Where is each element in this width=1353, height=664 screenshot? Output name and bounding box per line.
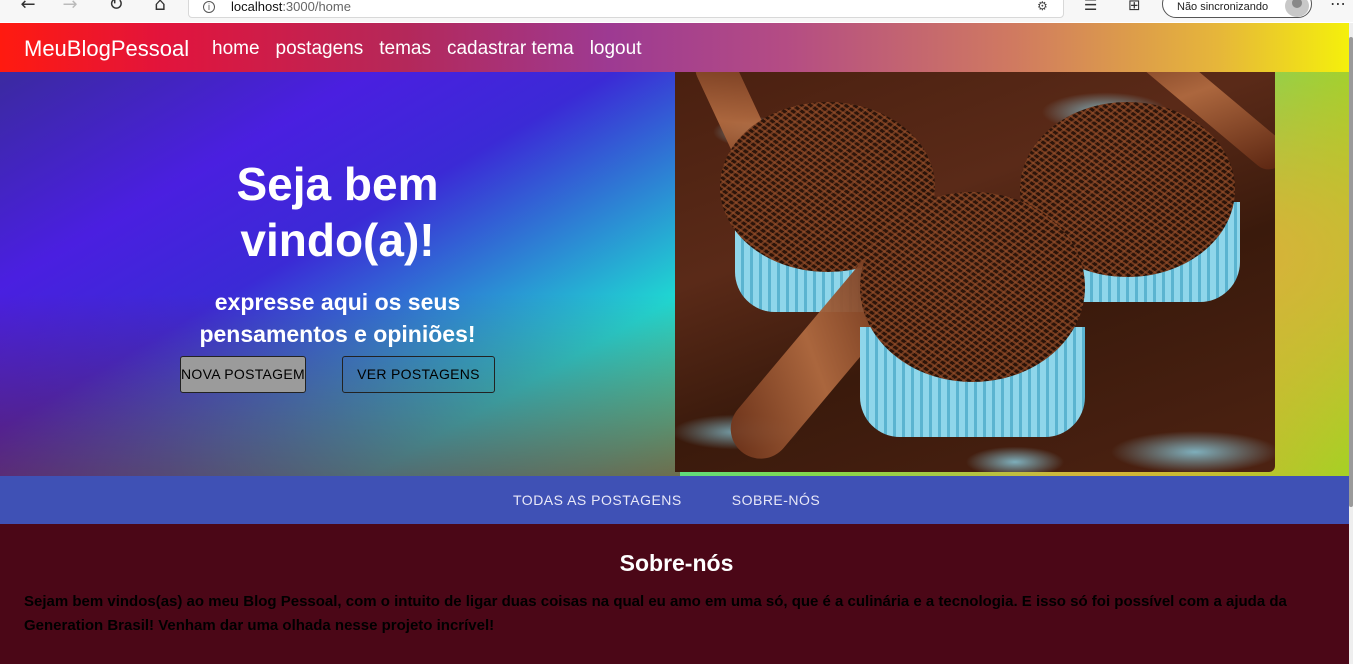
hero-title: Seja bem vindo(a)! [236, 158, 439, 266]
scroll-thumb[interactable] [1349, 37, 1353, 507]
hero-section: Seja bem vindo(a)! expresse aqui os seus… [0, 72, 1353, 476]
hero-subtitle: expresse aqui os seus pensamentos e opin… [199, 289, 476, 347]
collections-icon[interactable]: ⊞ [1128, 0, 1141, 14]
tabs-bar: TODAS AS POSTAGENS SOBRE-NÓS [0, 476, 1353, 524]
address-bar[interactable]: i localhost:3000/home ⚙ [188, 0, 1064, 18]
tab-todas-as-postagens[interactable]: TODAS AS POSTAGENS [488, 476, 707, 524]
brigadeiro-image [675, 72, 1275, 472]
url-path: :3000/home [282, 0, 351, 14]
nav-logout[interactable]: logout [590, 38, 642, 60]
nav-temas[interactable]: temas [379, 38, 431, 60]
about-text: Sejam bem vindos(as) ao meu Blog Pessoal… [24, 593, 1287, 634]
profile-icon [1285, 0, 1309, 17]
brand-logo[interactable]: MeuBlogPessoal [24, 36, 189, 62]
view-posts-button[interactable]: VER POSTAGENS [342, 356, 495, 393]
more-icon[interactable]: ⋯ [1330, 0, 1346, 13]
back-arrow-icon[interactable]: ← [18, 0, 38, 16]
url-text[interactable]: localhost:3000/home [231, 0, 351, 14]
url-host: localhost [231, 0, 283, 14]
hero-shade [0, 72, 680, 476]
favorites-icon[interactable]: ☰ [1084, 0, 1097, 14]
app-header: MeuBlogPessoal home postagens temas cada… [0, 23, 1353, 72]
page: MeuBlogPessoal home postagens temas cada… [0, 23, 1353, 664]
nav-cadastrar-tema[interactable]: cadastrar tema [447, 38, 574, 60]
nav-home[interactable]: home [212, 38, 260, 60]
sync-label: Não sincronizando [1177, 1, 1269, 13]
tabs: TODAS AS POSTAGENS SOBRE-NÓS [488, 476, 845, 524]
refresh-icon[interactable]: ↻ [106, 0, 126, 16]
main-nav: home postagens temas cadastrar tema logo… [212, 38, 641, 60]
info-icon[interactable]: i [203, 1, 215, 13]
nav-postagens[interactable]: postagens [276, 38, 364, 60]
brigadeiro-ball [860, 192, 1085, 382]
tab-sobre-nos[interactable]: SOBRE-NÓS [707, 476, 846, 524]
about-section: Sobre-nós Sejam bem vindos(as) ao meu Bl… [0, 524, 1353, 664]
forward-arrow-icon[interactable]: → [60, 0, 80, 16]
browser-toolbar: ← → ↻ ⌂ i localhost:3000/home ⚙ ☰ ⊞ Não … [0, 0, 1353, 22]
page-scrollbar[interactable] [1349, 23, 1353, 664]
site-permissions-icon[interactable]: ⚙ [1037, 0, 1048, 13]
new-post-button[interactable]: NOVA POSTAGEM [180, 356, 306, 393]
about-title: Sobre-nós [619, 550, 734, 576]
profile-sync-button[interactable]: Não sincronizando [1162, 0, 1312, 18]
home-icon[interactable]: ⌂ [150, 0, 170, 16]
